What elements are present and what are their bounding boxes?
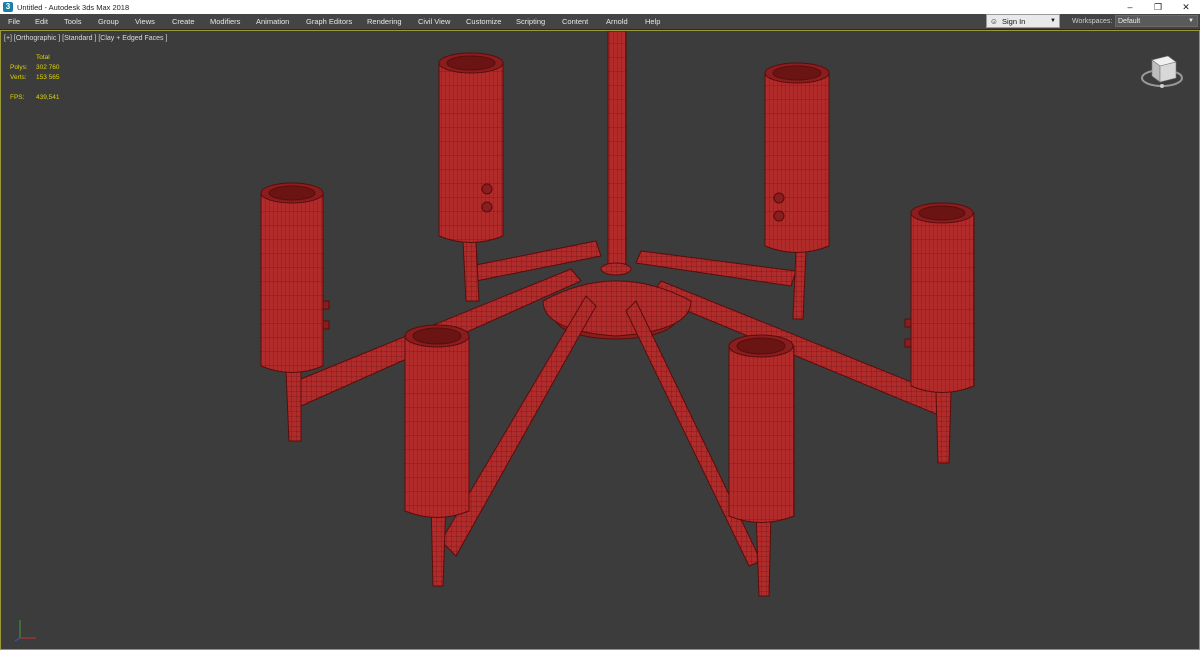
axis-tripod-icon [14,620,36,642]
stats-fps-label: FPS: [10,94,25,101]
menu-tools[interactable]: Tools [64,14,82,29]
window-title: Untitled - Autodesk 3ds Max 2018 [17,2,130,12]
stats-polys-value: 302 760 [36,64,60,71]
viewport-label[interactable]: [+] [Orthographic ] [Standard ] [Clay + … [4,35,167,42]
candle-cup-right [904,202,975,393]
menu-views[interactable]: Views [135,14,155,29]
title-bar: 3 Untitled - Autodesk 3ds Max 2018 – ❐ ✕ [0,0,1200,14]
workspaces-value: Default [1118,18,1141,25]
sign-in-label: Sign In [1002,16,1026,26]
menu-rendering[interactable]: Rendering [367,14,402,29]
menu-modifiers[interactable]: Modifiers [210,14,240,29]
close-button[interactable]: ✕ [1172,0,1200,14]
menu-arnold[interactable]: Arnold [606,14,628,29]
workspaces-select[interactable]: Default ▼ [1115,15,1198,27]
menu-civil-view[interactable]: Civil View [418,14,450,29]
stats-polys-label: Polys: [10,64,28,71]
menu-scripting[interactable]: Scripting [516,14,545,29]
candle-cup-left [260,182,330,373]
menu-edit[interactable]: Edit [35,14,48,29]
user-icon: ☺ [989,16,999,26]
stats-fps-value: 439,541 [36,94,60,101]
candle-cup-back-right [764,62,830,253]
viewcube-icon[interactable] [1138,48,1186,92]
menu-graph-editors[interactable]: Graph Editors [306,14,352,29]
menu-group[interactable]: Group [98,14,119,29]
perspective-viewport[interactable]: [+] [Orthographic ] [Standard ] [Clay + … [0,30,1200,650]
workspaces-label: Workspaces: [1072,18,1113,25]
minimize-button[interactable]: – [1116,0,1144,14]
stats-verts-value: 153 565 [36,74,60,81]
stats-total-label: Total [36,54,50,61]
restore-button[interactable]: ❐ [1144,0,1172,14]
chandelier-model[interactable] [1,31,1199,649]
menu-create[interactable]: Create [172,14,195,29]
candle-cup-front-left [404,324,470,518]
sign-in-dropdown[interactable]: ☺ Sign In ▼ [986,14,1060,28]
3dsmax-app-icon[interactable]: 3 [3,2,13,12]
candle-cup-front-right [728,334,795,523]
menu-file[interactable]: File [8,14,20,29]
menu-content[interactable]: Content [562,14,588,29]
menu-animation[interactable]: Animation [256,14,289,29]
menu-help[interactable]: Help [645,14,660,29]
stats-verts-label: Verts: [10,74,27,81]
chevron-down-icon: ▼ [1188,18,1194,24]
menu-customize[interactable]: Customize [466,14,501,29]
chevron-down-icon: ▼ [1050,18,1056,24]
window-controls: – ❐ ✕ [1116,0,1200,14]
candle-cup-back-left [438,52,504,243]
